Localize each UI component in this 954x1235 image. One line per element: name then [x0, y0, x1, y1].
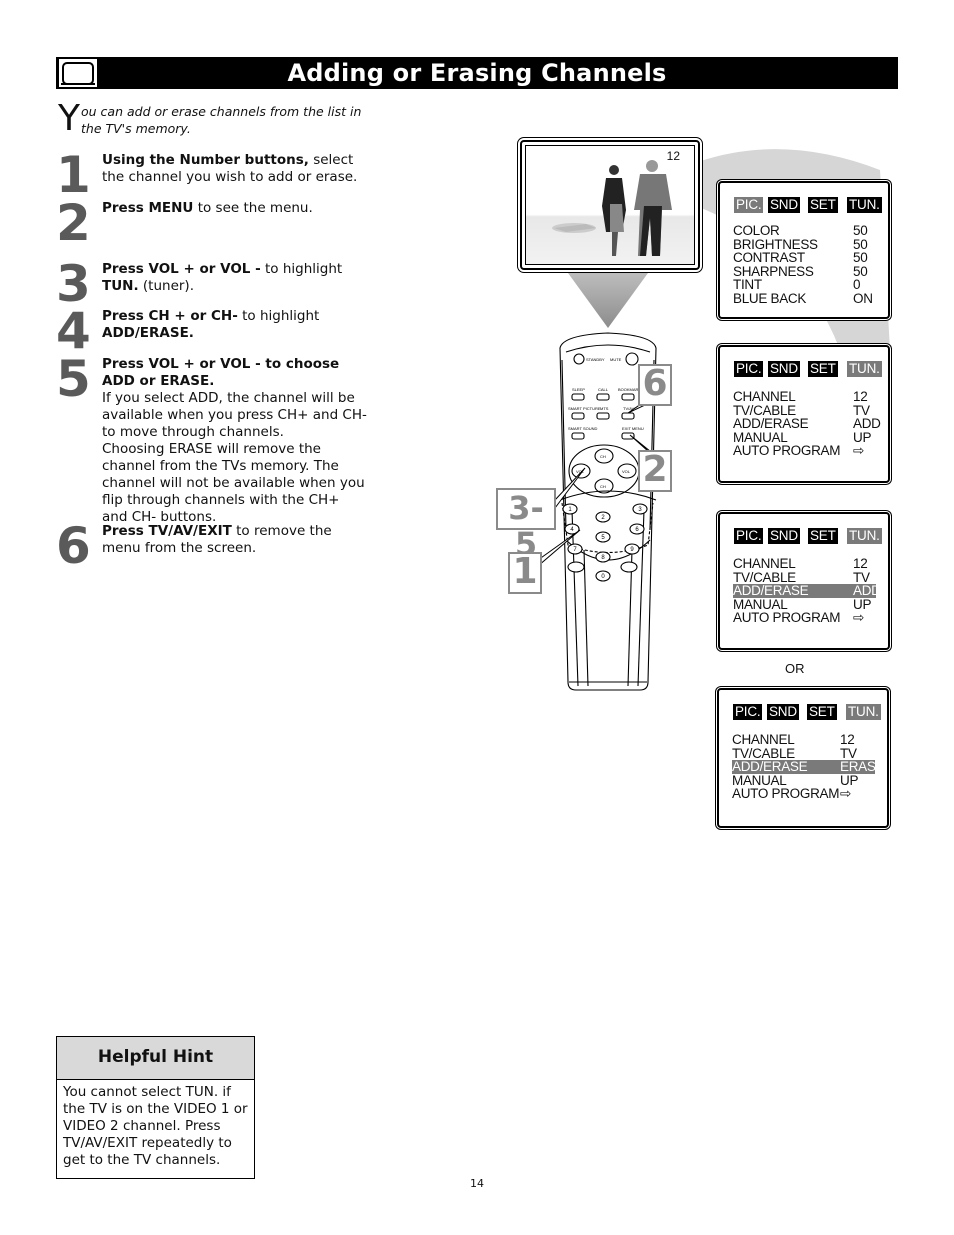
- step-5-text: Press VOL + or VOL - to choose ADD or ER…: [102, 356, 367, 526]
- tv-screen: 12: [520, 140, 700, 270]
- osd-row-add-erase: ADD/ERASE ADD: [733, 416, 881, 432]
- intro-dropcap: Y: [58, 98, 80, 139]
- page-header: Adding or Erasing Channels: [56, 57, 898, 89]
- osd-row-contrast: CONTRAST 50: [733, 250, 868, 266]
- tv-cone: [568, 273, 648, 328]
- step-6-bold: Press TV/AV/EXIT: [102, 523, 232, 539]
- osd-row-channel: CHANNEL 12: [733, 389, 868, 404]
- callout-step-2: 2: [638, 450, 672, 492]
- step-number-5: 5: [56, 350, 91, 408]
- step-4-bold2: ADD/ERASE.: [102, 325, 194, 341]
- osd-row-sharpness: SHARPNESS 50: [733, 263, 868, 279]
- osd-tab-snd: SND: [768, 197, 800, 213]
- osd-row-manual: MANUAL UP: [733, 596, 872, 612]
- osd-tuner-menu-erase-highlighted: PIC. SND SET TUN. CHANNEL 12 TV/CABLE TV A…: [717, 688, 889, 828]
- remote-label-vol-right: VOL: [622, 469, 631, 474]
- osd-row-color: COLOR 50: [733, 223, 868, 238]
- step-2-body: to see the menu.: [193, 200, 313, 216]
- remote-label-call: CALL: [598, 387, 609, 392]
- osd-row-tv-cable: TV/CABLE TV: [733, 569, 870, 585]
- step-4-bold: Press CH + or CH-: [102, 308, 238, 324]
- step-6-text: Press TV/AV/EXIT to remove the menu from…: [102, 523, 342, 557]
- osd-tab-pic: PIC.: [734, 528, 764, 544]
- helpful-hint-body: You cannot select TUN. if the TV is on t…: [63, 1084, 248, 1168]
- osd-row-auto-program: AUTO PROGRAM ⇨: [733, 443, 865, 459]
- osd-row-auto-program: AUTO PROGRAM ⇨: [733, 610, 865, 626]
- channel-number-display: 12: [666, 149, 680, 163]
- osd-tab-pic: PIC.: [733, 704, 763, 720]
- osd-tuner-menu-add-highlighted: PIC. SND SET TUN. CHANNEL 12 TV/CABLE TV A…: [718, 512, 890, 650]
- remote-label-standby: STANDBY: [586, 357, 605, 362]
- osd-picture-menu: PIC. SND SET TUN. COLOR 50 BRIGHTNESS 50 C…: [718, 181, 890, 319]
- osd-row-add-erase-highlighted: ADD/ERASE ADD: [733, 583, 881, 599]
- step-3-body: to highlight: [260, 261, 343, 277]
- step-number-2: 2: [56, 194, 91, 252]
- osd-tab-tun: TUN.: [847, 528, 882, 544]
- step-number-6: 6: [56, 517, 91, 575]
- osd-row-manual: MANUAL UP: [732, 772, 859, 788]
- osd-row-tint: TINT 0: [733, 277, 861, 293]
- osd-tab-pic: PIC.: [734, 361, 764, 377]
- or-label: OR: [785, 661, 805, 676]
- osd-row-brightness: BRIGHTNESS 50: [733, 236, 868, 252]
- page-number: 14: [470, 1177, 484, 1190]
- step-2-text: Press MENU to see the menu.: [102, 200, 372, 217]
- osd-tab-snd: SND: [768, 528, 800, 544]
- osd-row-auto-program: AUTO PROGRAM ⇨: [732, 786, 852, 802]
- step-3-bold: Press VOL + or VOL -: [102, 261, 261, 277]
- remote-label-mute: MUTE: [610, 357, 622, 362]
- osd-row-manual: MANUAL UP: [733, 429, 872, 445]
- callout-step-6: 6: [638, 364, 672, 406]
- step-5-body: If you select ADD, the channel will be a…: [102, 390, 367, 440]
- remote-label-sleep: SLEEP: [572, 387, 585, 392]
- remote-label-ch-up: CH: [600, 454, 606, 459]
- step-number-4: 4: [56, 302, 91, 360]
- callout-step-3-5: 3-5: [496, 488, 556, 562]
- arrow-right-icon: ⇨: [853, 610, 865, 626]
- step-5-body2: Choosing ERASE will remove the channel f…: [102, 441, 365, 525]
- step-4-text: Press CH + or CH- to highlight ADD/ERASE…: [102, 308, 372, 342]
- osd-tab-pic: PIC.: [734, 197, 764, 213]
- step-3-body2: (tuner).: [138, 278, 194, 294]
- helpful-hint-title: Helpful Hint: [57, 1037, 254, 1080]
- step-number-1: 1: [56, 146, 91, 204]
- step-4-body: to highlight: [237, 308, 320, 324]
- osd-tab-set: SET: [808, 528, 838, 544]
- osd-tab-tun: TUN.: [847, 197, 882, 213]
- remote-label-exit-menu: EXIT MENU: [622, 426, 644, 431]
- arrow-right-icon: ⇨: [840, 786, 852, 802]
- remote-label-smart-picture: SMART PICTURE: [568, 406, 601, 411]
- remote-label-mts: MTS: [600, 406, 609, 411]
- osd-tab-set: SET: [808, 361, 838, 377]
- remote-label-ch-down: CH: [600, 484, 606, 489]
- step-5-bold: Press VOL + or VOL - to choose ADD or ER…: [102, 356, 340, 389]
- arrow-right-icon: ⇨: [853, 443, 865, 459]
- step-3-text: Press VOL + or VOL - to highlight TUN. (…: [102, 261, 372, 295]
- osd-tab-tun: TUN.: [846, 704, 881, 720]
- page-title: Adding or Erasing Channels: [287, 59, 667, 87]
- osd-tab-set: SET: [807, 704, 837, 720]
- osd-tab-set: SET: [808, 197, 838, 213]
- illustration: STANDBY MUTE SLEEP CALL BOOKMARK SMART P…: [480, 130, 900, 850]
- intro-text: ou can add or erase channels from the li…: [81, 104, 362, 136]
- osd-row-tv-cable: TV/CABLE TV: [732, 745, 857, 761]
- osd-row-blue-back: BLUE BACK ON: [733, 290, 873, 306]
- osd-tab-snd: SND: [767, 704, 799, 720]
- osd-tuner-menu: PIC. SND SET TUN. CHANNEL 12 TV/CABLE TV A…: [718, 345, 890, 483]
- osd-tab-tun: TUN.: [847, 361, 882, 377]
- osd-row-channel: CHANNEL 12: [733, 556, 868, 571]
- callout-step-1: 1: [508, 552, 542, 594]
- intro-paragraph: You can add or erase channels from the l…: [58, 98, 378, 139]
- step-1-text: Using the Number buttons, select the cha…: [102, 152, 372, 186]
- remote-label-smart-sound: SMART SOUND: [568, 426, 598, 431]
- couple-photo: [552, 160, 672, 256]
- step-1-bold: Using the Number buttons,: [102, 152, 309, 168]
- osd-row-channel: CHANNEL 12: [732, 732, 855, 747]
- step-2-bold: Press MENU: [102, 200, 194, 216]
- osd-row-tv-cable: TV/CABLE TV: [733, 402, 870, 418]
- osd-row-add-erase-highlighted: ADD/ERASE ERASE: [732, 759, 885, 775]
- step-3-bold2: TUN.: [102, 278, 139, 294]
- helpful-hint-box: Helpful Hint You cannot select TUN. if t…: [56, 1036, 255, 1179]
- osd-tab-snd: SND: [768, 361, 800, 377]
